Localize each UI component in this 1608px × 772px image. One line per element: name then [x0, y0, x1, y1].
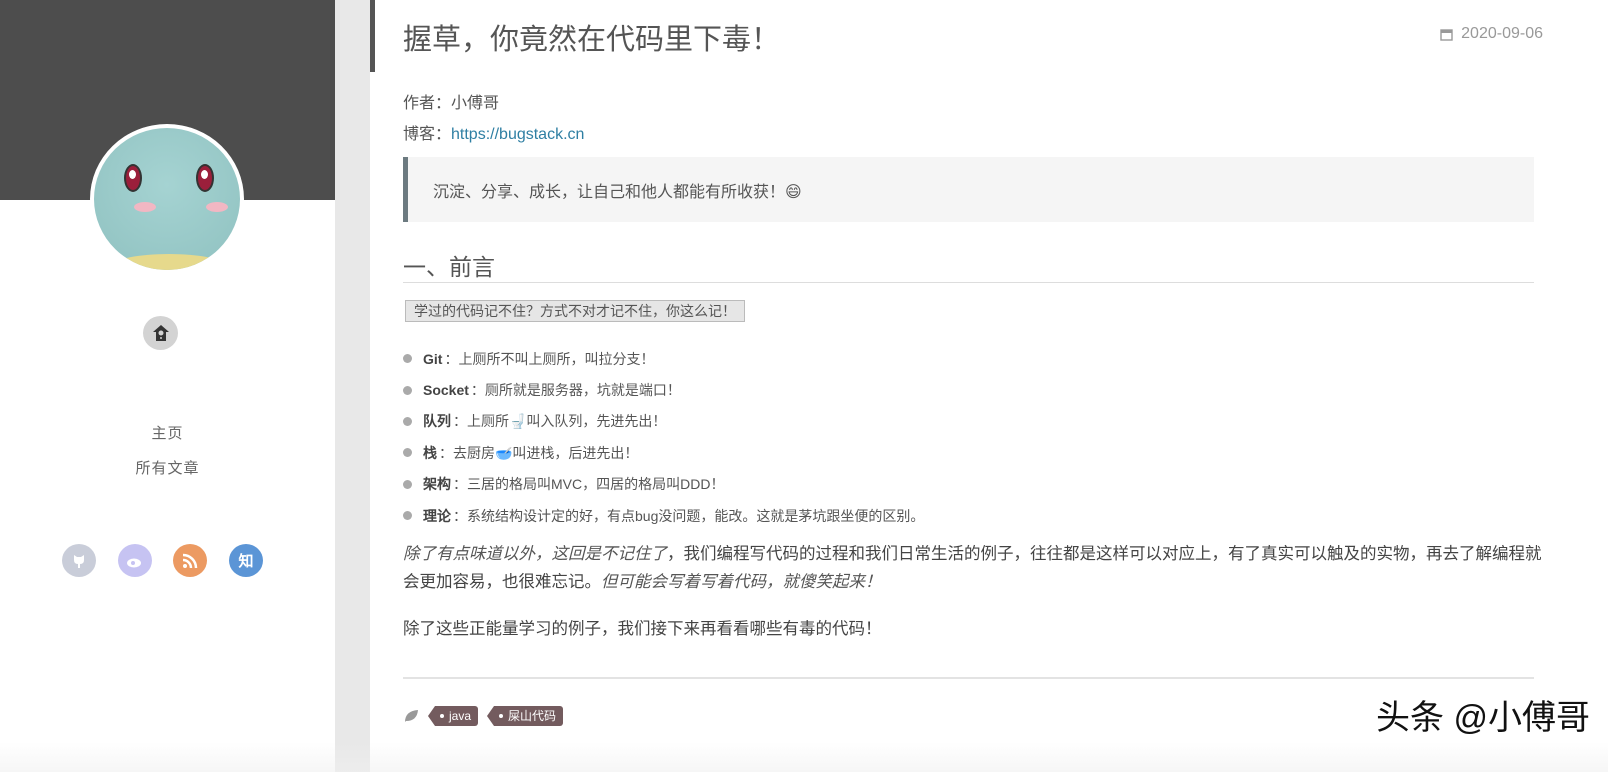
bullet-list: Git ：上厕所不叫上厕所，叫拉分支！ Socket ：厕所就是服务器，坑就是端口！… — [403, 343, 924, 531]
blog-line: 博客：https://bugstack.cn — [403, 120, 584, 144]
tag-list: java 屎山代码 — [403, 706, 564, 726]
author-name: 小傅哥 — [451, 95, 500, 112]
blockquote: 沉淀、分享、成长，让自己和他人都能有所收获！😄 — [403, 157, 1534, 222]
author-label: 作者： — [403, 95, 452, 112]
highlight-text: 学过的代码记不住？方式不对才记不住，你这么记！ — [405, 300, 745, 322]
divider — [403, 677, 1534, 679]
list-item: 队列 ：上厕所🚽叫入队列，先进先出！ — [403, 406, 924, 437]
calendar-icon — [1440, 28, 1453, 41]
list-item: Socket ：厕所就是服务器，坑就是端口！ — [403, 374, 924, 405]
leaf-icon — [405, 710, 418, 722]
blog-label: 博客： — [403, 126, 452, 143]
paragraph-2: 除了这些正能量学习的例子，我们接下来再看看哪些有毒的代码！ — [403, 620, 882, 638]
bottom-fade — [0, 742, 1608, 772]
list-item: Git ：上厕所不叫上厕所，叫拉分支！ — [403, 343, 924, 374]
nav-all-articles[interactable]: 所有文章 — [0, 457, 335, 478]
nav-home[interactable]: 主页 — [0, 422, 335, 443]
list-item: 架构 ：三居的格局叫MVC，四居的格局叫DDD！ — [403, 469, 924, 500]
home-icon[interactable] — [143, 316, 178, 350]
list-item: 理论 ：系统结构设计定的好，有点bug没问题，能改。这就是茅坑跟坐便的区别。 — [403, 500, 924, 531]
watermark: 头条 @小傅哥 — [1376, 699, 1590, 737]
weibo-icon[interactable] — [118, 544, 152, 577]
github-icon[interactable] — [62, 544, 96, 577]
gutter — [335, 0, 370, 772]
page-title: 握草，你竟然在代码里下毒！ — [403, 24, 781, 56]
list-item: 栈：去厨房🥣叫进栈，后进先出！ — [403, 437, 924, 468]
post-date: 2020-09-06 — [1440, 25, 1543, 43]
blog-link[interactable]: https://bugstack.cn — [451, 126, 584, 143]
section-heading: 一、前言 — [403, 248, 1534, 283]
tag-java[interactable]: java — [427, 706, 479, 726]
date-text: 2020-09-06 — [1461, 25, 1543, 42]
tag-shit-mountain-code[interactable]: 屎山代码 — [487, 706, 564, 726]
sidebar: 主页 所有文章 知 — [0, 0, 335, 772]
zhihu-icon[interactable]: 知 — [229, 544, 263, 577]
avatar[interactable] — [90, 124, 244, 274]
author-line: 作者：小傅哥 — [403, 89, 499, 113]
rss-icon[interactable] — [173, 544, 207, 577]
article: 握草，你竟然在代码里下毒！ 2020-09-06 作者：小傅哥 博客：https… — [375, 0, 1608, 772]
paragraph-1: 除了有点味道以外，这回是不记住了，我们编程写代码的过程和我们日常生活的例子，往往… — [403, 545, 1542, 591]
